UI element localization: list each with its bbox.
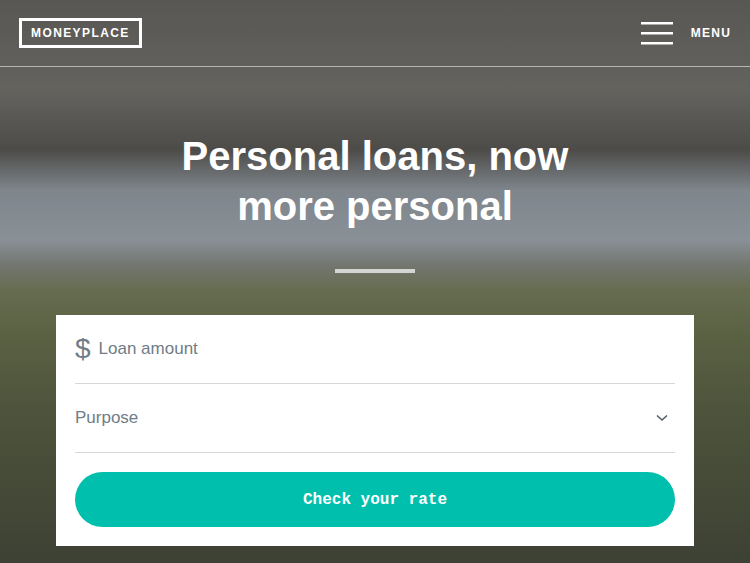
loan-amount-placeholder: Loan amount [99, 339, 198, 359]
dollar-icon: $ [75, 333, 91, 365]
loan-amount-field[interactable]: $ Loan amount [75, 315, 675, 384]
hero-photo: MONEYPLACE MENU Personal loans, now more… [0, 0, 750, 563]
hamburger-icon [641, 21, 673, 45]
loan-form: $ Loan amount Purpose Check your rate [56, 315, 694, 546]
menu-label: MENU [691, 26, 731, 40]
menu-button[interactable]: MENU [641, 21, 731, 45]
site-header: MONEYPLACE MENU [0, 0, 750, 67]
chevron-down-icon [656, 414, 668, 422]
purpose-select[interactable]: Purpose [75, 384, 675, 453]
headline: Personal loans, now more personal [165, 131, 585, 231]
purpose-placeholder: Purpose [75, 408, 138, 428]
logo[interactable]: MONEYPLACE [19, 18, 142, 48]
hero: Personal loans, now more personal $ Loan… [0, 67, 750, 546]
divider [335, 269, 415, 273]
check-rate-button[interactable]: Check your rate [75, 472, 675, 527]
